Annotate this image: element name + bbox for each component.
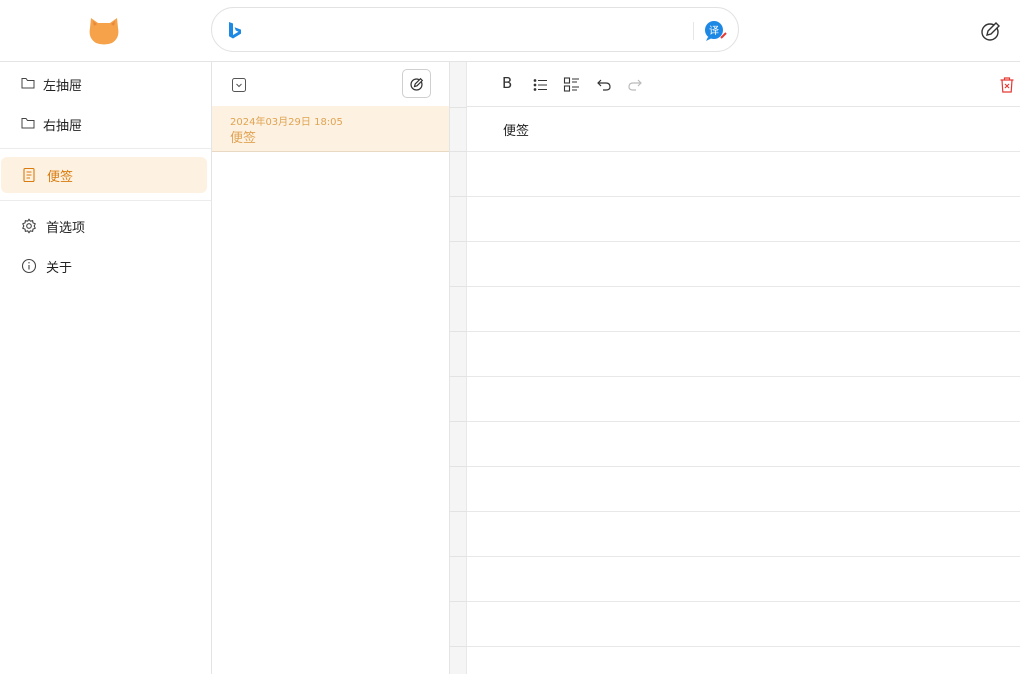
ruled-line: [467, 286, 1020, 287]
sidebar-item-preferences[interactable]: 首选项: [0, 208, 211, 244]
sidebar-divider: [0, 200, 211, 201]
sidebar-item-label: 关于: [46, 260, 73, 276]
gutter-line: [450, 556, 467, 557]
ruled-line: [467, 421, 1020, 422]
gutter-line: [450, 511, 467, 512]
ruled-line: [467, 466, 1020, 467]
ruled-line: [467, 196, 1020, 197]
sidebar-item-label: 首选项: [46, 220, 86, 236]
editor-content[interactable]: 便签: [503, 120, 529, 139]
folder-icon: [21, 76, 37, 92]
chevron-down-icon[interactable]: [232, 77, 246, 92]
note-date: 2024年03月29日 18:05: [230, 117, 343, 128]
gutter-line: [450, 196, 467, 197]
folder-icon: [21, 116, 37, 132]
search-bar[interactable]: 译: [211, 7, 739, 52]
gutter-line: [450, 376, 467, 377]
ruled-line: [467, 331, 1020, 332]
sidebar-item-left-drawer[interactable]: 左抽屉: [0, 66, 211, 102]
search-input[interactable]: [252, 18, 692, 42]
header: 译: [0, 0, 1020, 62]
bullet-list-icon[interactable]: [532, 76, 550, 94]
editor-gutter: [450, 62, 467, 674]
sidebar-divider: [0, 148, 211, 149]
note-list-toolbar: [212, 62, 449, 106]
search-divider: [693, 22, 694, 40]
info-icon: [21, 258, 37, 274]
note-list-item[interactable]: 2024年03月29日 18:05 便签: [212, 106, 449, 152]
ruled-line: [467, 556, 1020, 557]
app-window: 译 左抽屉 右抽屉 便签 首选项 关于 2024年03月29日 18:05 便签…: [0, 0, 1020, 674]
bing-icon[interactable]: [227, 21, 243, 41]
note-editor: B 便签: [450, 62, 1020, 674]
ruled-line: [467, 511, 1020, 512]
gutter-line: [450, 466, 467, 467]
gutter-line: [450, 421, 467, 422]
ruled-line: [467, 601, 1020, 602]
bold-button[interactable]: B: [502, 74, 512, 92]
ruled-line: [467, 151, 1020, 152]
sidebar-item-label: 右抽屉: [43, 118, 83, 134]
ruled-line: [467, 241, 1020, 242]
edit-note-button[interactable]: [979, 19, 1003, 43]
sidebar-item-label: 左抽屉: [43, 78, 83, 94]
sidebar: 左抽屉 右抽屉 便签 首选项 关于: [0, 62, 212, 674]
gutter-line: [450, 331, 467, 332]
undo-icon[interactable]: [595, 76, 613, 94]
note-title: 便签: [230, 131, 257, 146]
gutter-line: [450, 286, 467, 287]
gutter-line: [450, 646, 467, 647]
trash-icon[interactable]: [999, 76, 1015, 94]
checklist-icon[interactable]: [563, 76, 581, 94]
sidebar-item-about[interactable]: 关于: [0, 248, 211, 284]
gutter-line: [450, 601, 467, 602]
sidebar-item-label: 便签: [47, 169, 74, 185]
gutter-line: [450, 241, 467, 242]
note-list-panel: 2024年03月29日 18:05 便签: [212, 62, 450, 674]
ruled-line: [467, 646, 1020, 647]
gear-icon: [21, 218, 37, 234]
new-note-button[interactable]: [402, 69, 431, 98]
ruled-line: [467, 376, 1020, 377]
gutter-line: [450, 151, 467, 152]
svg-text:译: 译: [709, 25, 719, 37]
sidebar-item-right-drawer[interactable]: 右抽屉: [0, 106, 211, 142]
gutter-line: [450, 107, 467, 108]
translate-icon[interactable]: 译: [704, 20, 728, 42]
note-icon: [22, 167, 38, 183]
editor-toolbar: B: [467, 62, 1020, 107]
redo-icon[interactable]: [626, 76, 644, 94]
cat-logo-icon: [87, 14, 121, 46]
sidebar-item-notes[interactable]: 便签: [1, 157, 207, 193]
